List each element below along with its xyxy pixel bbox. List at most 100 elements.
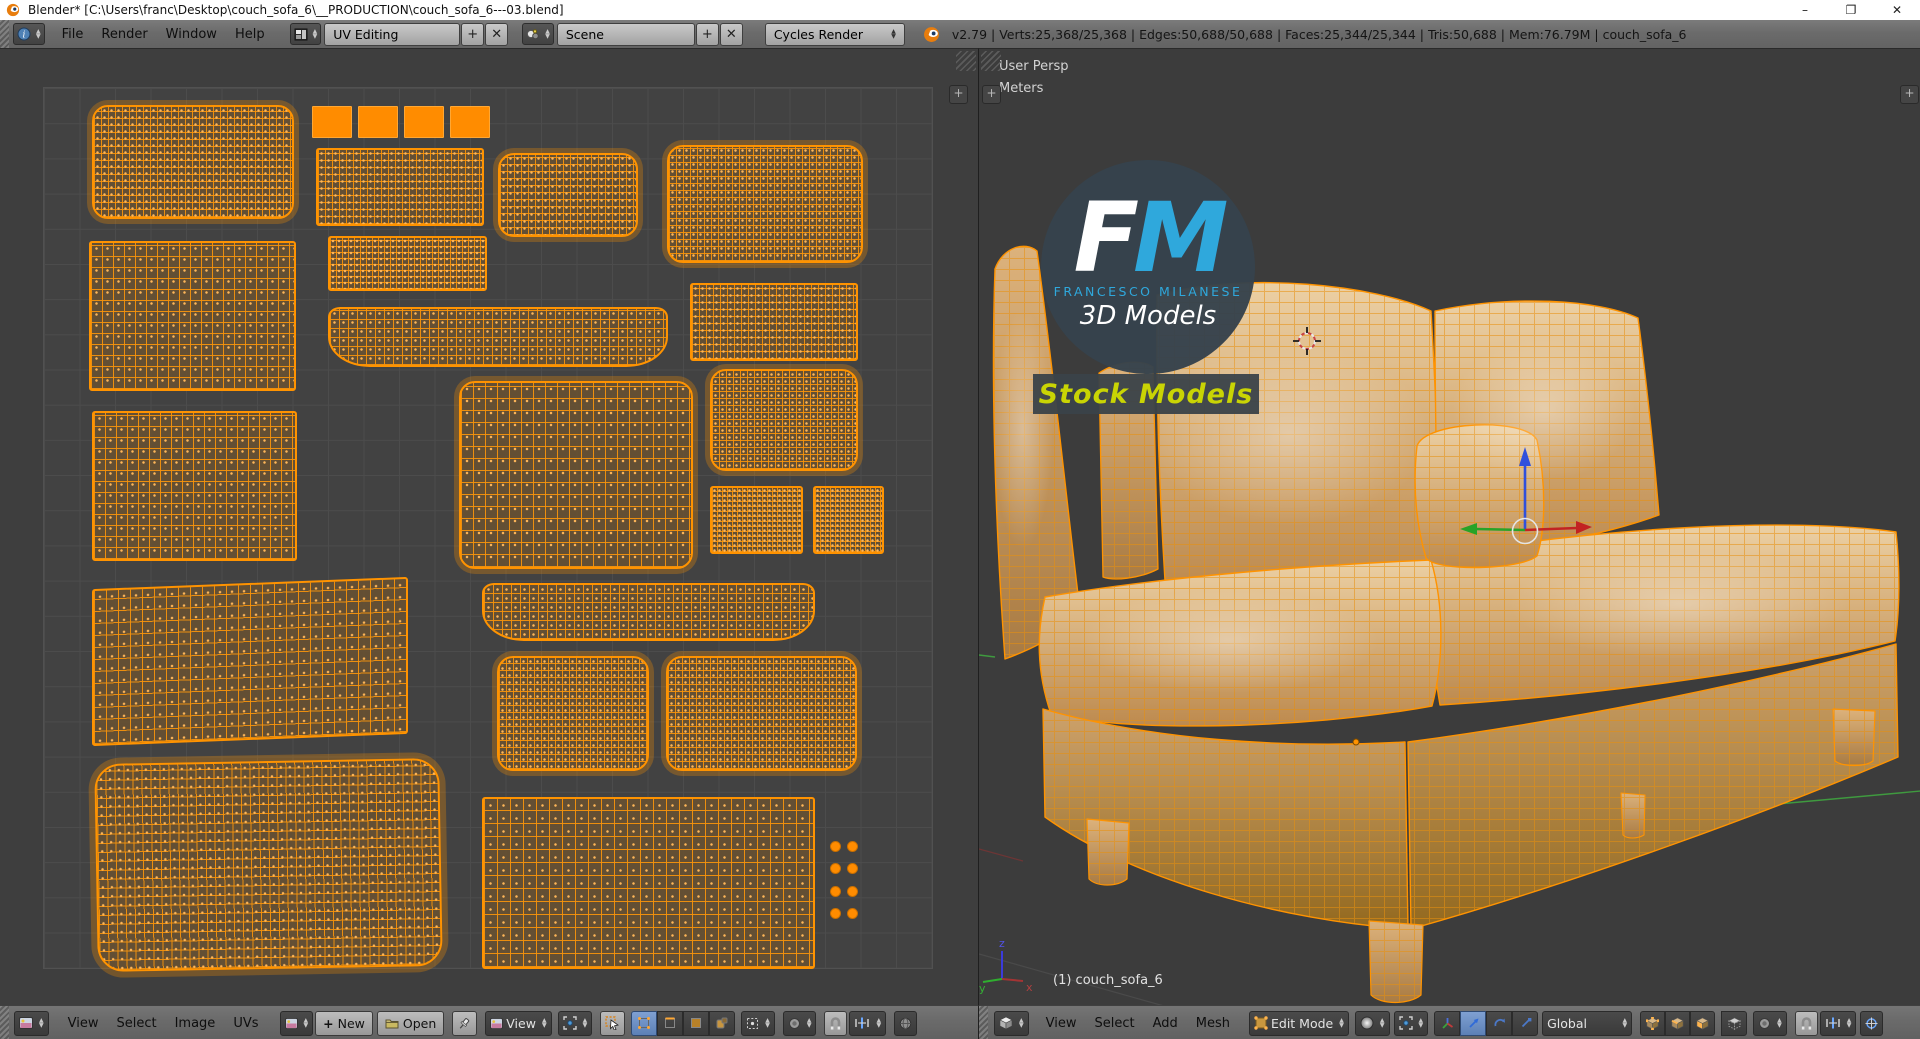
uv-draw-other-objects-toggle[interactable] — [894, 1010, 918, 1036]
menu-select[interactable]: Select — [1085, 1016, 1143, 1031]
menu-mesh[interactable]: Mesh — [1187, 1016, 1239, 1031]
scene-selector[interactable]: ▲ ▼ — [522, 23, 554, 45]
properties-region-toggle[interactable]: + — [1900, 85, 1919, 104]
image-datablock-selector[interactable]: ▲ ▼ — [279, 1010, 314, 1036]
manipulator-translate-button[interactable] — [1460, 1010, 1487, 1036]
uv-snap-element-select[interactable]: ▲ ▼ — [849, 1010, 887, 1036]
uv-island[interactable] — [328, 236, 487, 291]
uv-island[interactable] — [89, 241, 296, 391]
uv-island[interactable] — [710, 486, 803, 554]
uv-island[interactable] — [482, 797, 815, 969]
screen-layout-field[interactable]: UV Editing — [324, 22, 461, 46]
uv-island[interactable] — [830, 841, 858, 919]
uv-sync-selection-toggle[interactable] — [600, 1010, 626, 1036]
uv-select-island-button[interactable] — [709, 1010, 736, 1036]
scene-delete-button[interactable]: ✕ — [719, 22, 743, 46]
layout-delete-button[interactable]: ✕ — [485, 22, 509, 46]
uv-island-dot[interactable] — [847, 863, 858, 875]
manipulator-rotate-button[interactable] — [1486, 1010, 1513, 1036]
pivot-point-select[interactable]: ▲ ▼ — [1393, 1010, 1429, 1036]
snap-peel-object-toggle[interactable] — [1860, 1010, 1884, 1036]
menu-uvs[interactable]: UVs — [224, 1016, 267, 1031]
screen-layout-selector[interactable]: ▲ ▼ — [289, 23, 322, 45]
uv-pivot-select[interactable]: ▲ ▼ — [557, 1010, 593, 1036]
menu-window[interactable]: Window — [157, 27, 226, 42]
uv-island[interactable] — [316, 148, 484, 226]
manipulator-toggle-button[interactable] — [1434, 1010, 1461, 1036]
interaction-mode-select[interactable]: Edit Mode ▲ ▼ — [1249, 1010, 1349, 1036]
uv-island[interactable] — [690, 283, 858, 361]
uv-island-dot[interactable] — [830, 885, 841, 897]
viewport-shading-select[interactable]: ▲ ▼ — [1354, 1010, 1390, 1036]
uv-island[interactable] — [92, 411, 297, 561]
render-engine-select[interactable]: Cycles Render ▲ ▼ — [764, 22, 905, 46]
uv-island[interactable] — [358, 106, 398, 138]
snap-toggle[interactable] — [1794, 1010, 1818, 1036]
uv-corner-resize-grip[interactable] — [956, 51, 976, 71]
edge-select-button[interactable] — [1665, 1010, 1691, 1036]
editor-type-button-info[interactable]: i ▲ ▼ — [13, 23, 45, 45]
menu-select[interactable]: Select — [107, 1016, 165, 1031]
uv-island-dot[interactable] — [830, 841, 841, 852]
toolshelf-toggle[interactable]: + — [982, 85, 1001, 104]
uv-island-dot[interactable] — [847, 841, 858, 852]
scene-field[interactable]: Scene — [556, 22, 695, 46]
uv-island[interactable] — [666, 656, 857, 771]
editor-type-button-image[interactable]: ▲ ▼ — [14, 1010, 49, 1036]
face-select-button[interactable] — [1690, 1010, 1716, 1036]
close-button[interactable]: ✕ — [1874, 0, 1920, 20]
uv-island-dot[interactable] — [847, 885, 858, 897]
uv-select-face-button[interactable] — [683, 1010, 710, 1036]
uv-island[interactable] — [92, 576, 408, 747]
uv-island[interactable] — [94, 758, 443, 972]
uv-island[interactable] — [312, 106, 352, 138]
image-open-button[interactable]: Open — [376, 1010, 445, 1036]
uv-mode-select[interactable]: View ▲ ▼ — [485, 1010, 552, 1036]
transform-orientation-select[interactable]: Global ▲ ▼ — [1542, 1010, 1633, 1036]
uv-island[interactable] — [497, 656, 649, 771]
uv-island[interactable] — [92, 105, 294, 219]
uv-island[interactable] — [459, 381, 693, 569]
image-new-button[interactable]: + New — [315, 1010, 373, 1036]
minimize-button[interactable]: – — [1782, 0, 1828, 20]
menu-file[interactable]: File — [53, 27, 93, 42]
limit-selection-visible-button[interactable] — [1721, 1010, 1748, 1036]
window-titlebar[interactable]: Blender* [C:\Users\franc\Desktop\couch_s… — [0, 0, 1920, 21]
uv-island[interactable] — [710, 369, 858, 471]
menu-image[interactable]: Image — [166, 1016, 225, 1031]
editor-type-button-3dview[interactable]: ▲ ▼ — [994, 1010, 1029, 1036]
uv-island[interactable] — [482, 583, 815, 641]
viewport-3d[interactable]: z y x User Persp Meters (1) couch_sofa_6… — [978, 48, 1920, 1006]
menu-view[interactable]: View — [1037, 1016, 1086, 1031]
uv-island-dot[interactable] — [830, 907, 841, 919]
menu-render[interactable]: Render — [92, 27, 156, 42]
sticky-selection-select[interactable]: ▲ ▼ — [741, 1010, 775, 1036]
scene-add-button[interactable]: + — [695, 22, 719, 46]
menu-help[interactable]: Help — [226, 27, 274, 42]
uv-properties-panel-toggle[interactable]: + — [949, 85, 968, 104]
snap-element-select[interactable]: ▲ ▼ — [1819, 1010, 1857, 1036]
uv-snap-toggle[interactable] — [824, 1010, 848, 1036]
uv-island-dot[interactable] — [830, 863, 841, 875]
uv-island[interactable] — [328, 307, 668, 367]
uv-island[interactable] — [498, 153, 638, 237]
view3d-header-grip[interactable] — [979, 1006, 988, 1039]
menu-view[interactable]: View — [59, 1016, 108, 1031]
manipulator-scale-button[interactable] — [1512, 1010, 1539, 1036]
menu-add[interactable]: Add — [1144, 1016, 1187, 1031]
uv-island[interactable] — [450, 106, 490, 138]
uv-island[interactable] — [404, 106, 444, 138]
uv-header-grip[interactable] — [0, 1006, 9, 1039]
viewport-corner-resize-grip[interactable] — [981, 51, 1001, 71]
image-pin-toggle[interactable] — [452, 1010, 478, 1036]
uv-editor-area[interactable]: + — [0, 48, 978, 1006]
proportional-edit-select[interactable]: ▲ ▼ — [1753, 1010, 1787, 1036]
header-resize-grip[interactable] — [0, 20, 9, 48]
uv-island[interactable] — [813, 486, 884, 554]
uv-island-dot[interactable] — [847, 907, 858, 919]
vertex-select-button[interactable] — [1640, 1010, 1666, 1036]
uv-proportional-edit-select[interactable]: ▲ ▼ — [782, 1010, 817, 1036]
maximize-button[interactable]: ❐ — [1828, 0, 1874, 20]
uv-island[interactable] — [667, 145, 863, 263]
uv-select-vertex-button[interactable] — [631, 1010, 658, 1036]
